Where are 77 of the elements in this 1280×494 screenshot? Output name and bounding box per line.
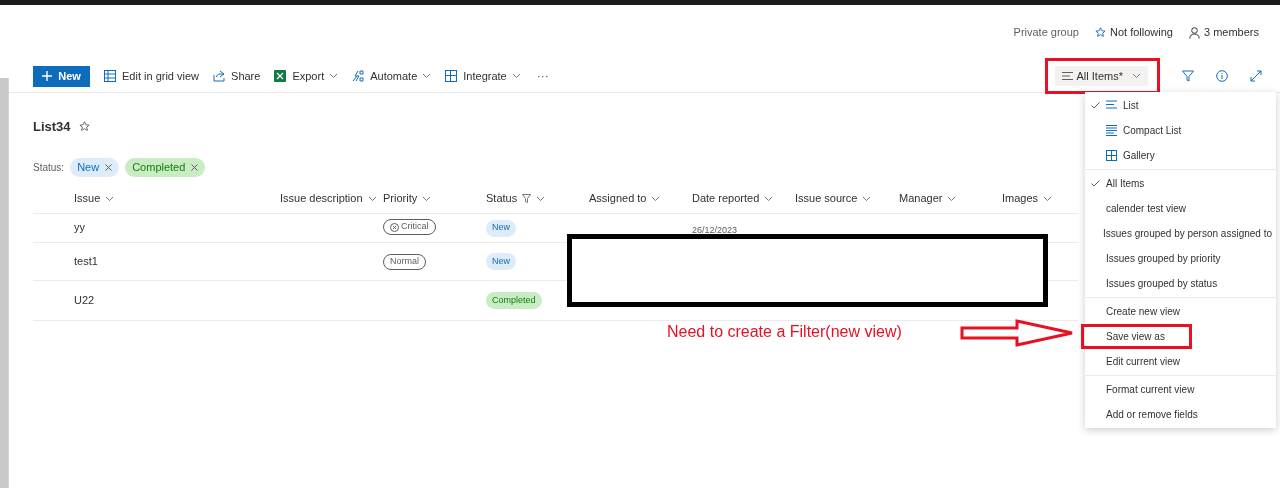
column-header[interactable]: Date reported bbox=[692, 190, 795, 207]
filter-label: Status: bbox=[33, 160, 65, 175]
table-cell: U22 bbox=[74, 293, 95, 306]
star-icon bbox=[1095, 27, 1106, 38]
expand-button[interactable] bbox=[1250, 70, 1262, 82]
menu-item[interactable]: Add or remove fields bbox=[1085, 402, 1276, 427]
list-title: List34 bbox=[33, 118, 71, 136]
status-pill: New bbox=[486, 253, 516, 271]
menu-item[interactable]: calender test view bbox=[1085, 196, 1276, 221]
view-selector-button[interactable]: All Items* bbox=[1054, 66, 1148, 86]
menu-item[interactable]: All Items bbox=[1085, 171, 1276, 196]
members-button[interactable]: 3 members bbox=[1188, 24, 1259, 41]
menu-item[interactable]: Issues grouped by status bbox=[1085, 271, 1276, 296]
annotation-text: Need to create a Filter(new view) bbox=[667, 322, 902, 342]
menu-item[interactable]: Save view as bbox=[1085, 324, 1276, 349]
info-icon bbox=[1216, 70, 1228, 82]
grid-icon bbox=[104, 70, 116, 82]
menu-item[interactable]: Issues grouped by person assigned to bbox=[1085, 221, 1276, 246]
chevron-down-icon bbox=[1043, 195, 1053, 202]
chevron-down-icon bbox=[764, 195, 774, 202]
column-header[interactable]: Manager bbox=[899, 190, 1002, 207]
filter-button[interactable] bbox=[1182, 70, 1194, 82]
menu-item[interactable]: Edit current view bbox=[1085, 349, 1276, 374]
chevron-down-icon bbox=[367, 195, 377, 202]
menu-item[interactable]: Issues grouped by priority bbox=[1085, 246, 1276, 271]
new-button[interactable]: New bbox=[33, 65, 90, 87]
column-header[interactable]: Assigned to bbox=[589, 190, 692, 207]
chevron-down-icon bbox=[651, 195, 661, 202]
column-header[interactable]: Issue bbox=[74, 190, 280, 207]
integrate-icon bbox=[445, 70, 458, 82]
scrollbar[interactable] bbox=[0, 78, 9, 488]
info-button[interactable] bbox=[1216, 70, 1228, 82]
menu-item[interactable]: Compact List bbox=[1085, 118, 1276, 143]
filter-chip[interactable]: New bbox=[70, 157, 120, 177]
toolbar-button[interactable]: Export bbox=[274, 67, 339, 85]
gallery-icon bbox=[1106, 150, 1117, 161]
status-pill: New bbox=[486, 219, 516, 237]
lines-icon bbox=[1106, 100, 1117, 111]
spreadsheet-icon bbox=[274, 70, 287, 82]
column-header[interactable]: Status bbox=[486, 190, 589, 207]
expand-icon bbox=[1250, 70, 1262, 82]
compact-list-icon bbox=[1106, 125, 1117, 136]
share-icon bbox=[213, 70, 226, 82]
toolbar-button[interactable]: Edit in grid view bbox=[104, 67, 200, 85]
favorite-button[interactable] bbox=[78, 121, 90, 133]
column-header[interactable]: Issue source bbox=[795, 190, 899, 207]
table-cell: 26/12/2023 bbox=[692, 224, 738, 235]
column-header[interactable]: Priority bbox=[383, 190, 486, 207]
chevron-down-icon bbox=[105, 195, 115, 202]
close-icon bbox=[105, 163, 113, 171]
status-pill: Completed bbox=[486, 292, 542, 310]
group-privacy-label: Private group bbox=[1013, 25, 1079, 41]
filter-chip[interactable]: Completed bbox=[125, 157, 206, 177]
menu-item[interactable]: List bbox=[1085, 93, 1276, 118]
toolbar-button[interactable]: Share bbox=[213, 67, 261, 85]
lines-icon bbox=[1061, 72, 1073, 80]
close-icon bbox=[191, 163, 199, 171]
chevron-down-icon bbox=[422, 195, 432, 202]
chevron-down-icon bbox=[862, 195, 872, 202]
filter-icon bbox=[1182, 70, 1194, 82]
chevron-down-icon bbox=[536, 195, 546, 202]
chevron-down-icon bbox=[947, 195, 957, 202]
follow-button[interactable]: Not following bbox=[1095, 24, 1173, 41]
star-icon bbox=[78, 121, 90, 133]
menu-item[interactable]: Create new view bbox=[1085, 299, 1276, 324]
table-cell: test1 bbox=[74, 254, 98, 267]
person-icon bbox=[1188, 26, 1200, 39]
menu-item[interactable]: Format current view bbox=[1085, 377, 1276, 402]
plus-icon bbox=[42, 71, 53, 81]
more-button[interactable]: ··· bbox=[536, 67, 549, 85]
menu-item[interactable]: Gallery bbox=[1085, 143, 1276, 168]
column-header[interactable]: Issue description bbox=[280, 190, 383, 207]
table-cell: yy bbox=[74, 221, 85, 234]
automate-icon bbox=[352, 70, 365, 82]
chevron-down-icon bbox=[1132, 73, 1141, 79]
toolbar-button[interactable]: Automate bbox=[352, 67, 432, 85]
toolbar-button[interactable]: Integrate bbox=[445, 67, 521, 85]
